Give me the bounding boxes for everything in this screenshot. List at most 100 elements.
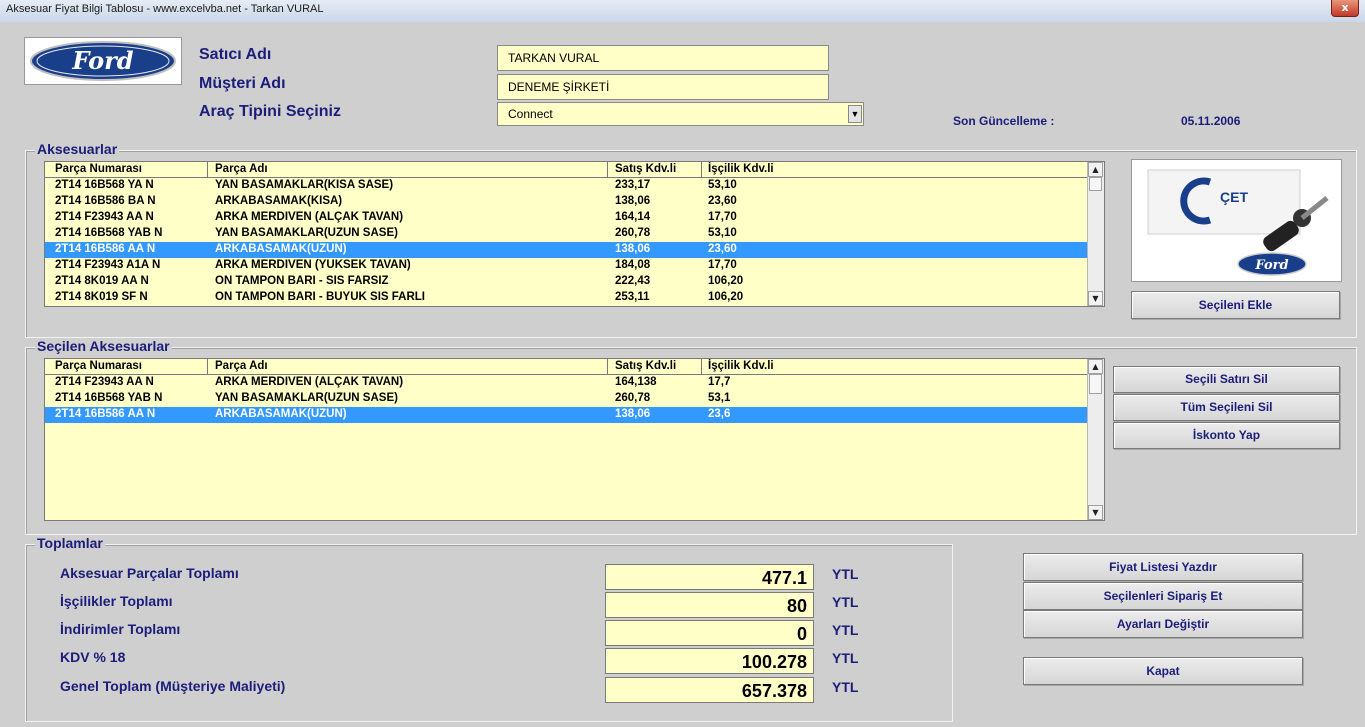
cell-parca-adi: ARKA MERDIVEN (ALÇAK TAVAN) <box>215 376 404 388</box>
col-iscilik: İşçilik Kdv.li <box>708 360 774 372</box>
cell-iscilik: 53,1 <box>708 392 731 404</box>
kdv-value: 100.278 <box>605 648 814 674</box>
musteri-field[interactable]: DENEME ŞİRKETİ <box>497 74 829 100</box>
iskonto-yap-button[interactable]: İskonto Yap <box>1113 422 1340 449</box>
unit-label: YTL <box>832 594 859 610</box>
list-row[interactable]: 2T14 F23943 AA N ARKA MERDIVEN (ALÇAK TAV… <box>45 210 1104 226</box>
list-row[interactable]: 2T14 16B586 BA N ARKABASAMAK(KISA) 138,06 2… <box>45 194 1104 210</box>
cell-satis: 184,08 <box>615 259 651 271</box>
tum-secileni-sil-button[interactable]: Tüm Seçileni Sil <box>1113 394 1340 421</box>
close-window-button[interactable]: x <box>1331 0 1359 17</box>
secili-satiri-sil-button[interactable]: Seçili Satırı Sil <box>1113 366 1340 393</box>
cell-parca-no: 2T14 F23943 AA N <box>55 376 154 388</box>
satici-label: Satıcı Adı <box>199 46 272 63</box>
arrow-up-icon[interactable]: ▲ <box>1088 162 1103 177</box>
cell-parca-no: 2T14 16B568 YAB N <box>55 227 163 239</box>
cell-satis: 138,06 <box>615 243 651 255</box>
cell-iscilik: 17,7 <box>708 376 731 388</box>
list-row[interactable]: 2T14 8K019 AA N ON TAMPON BARI - SIS FARS… <box>45 274 1104 290</box>
cell-parca-no: 2T14 F23943 AA N <box>55 211 154 223</box>
secilen-scrollbar[interactable]: ▲ ▼ <box>1087 359 1104 520</box>
aksesuarlar-title: Aksesuarlar <box>35 141 120 157</box>
col-parca-no: Parça Numarası <box>55 360 142 372</box>
col-parca-no: Parça Numarası <box>55 163 142 175</box>
cell-parca-no: 2T14 16B568 YAB N <box>55 392 163 404</box>
genel-toplam-label: Genel Toplam (Müşteriye Maliyeti) <box>60 678 286 694</box>
aksesuarlar-list-header: Parça Numarası Parça Adı Satış Kdv.li İş… <box>45 162 1104 178</box>
secilen-list-header: Parça Numarası Parça Adı Satış Kdv.li İş… <box>45 359 1104 375</box>
col-parca-adi: Parça Adı <box>215 163 268 175</box>
toplamlar-title: Toplamlar <box>35 535 105 551</box>
cell-satis: 164,14 <box>615 211 651 223</box>
aksesuar-toplam-label: Aksesuar Parçalar Toplamı <box>60 565 239 581</box>
cell-parca-no: 2T14 16B568 YA N <box>55 179 154 191</box>
list-row[interactable]: 2T14 16B568 YA N YAN BASAMAKLAR(KISA SASE… <box>45 178 1104 194</box>
list-row[interactable]: 2T14 F23943 A1A N ARKA MERDIVEN (YUKSEK T… <box>45 258 1104 274</box>
list-row[interactable]: 2T14 16B568 YAB N YAN BASAMAKLAR(UZUN SAS… <box>45 226 1104 242</box>
ayarlari-degistir-button[interactable]: Ayarları Değiştir <box>1023 610 1303 638</box>
unit-label: YTL <box>832 650 859 666</box>
arac-tipi-value: Connect <box>508 107 553 121</box>
secilen-title: Seçilen Aksesuarlar <box>35 338 172 354</box>
scroll-thumb[interactable] <box>1089 177 1102 191</box>
siparis-et-button[interactable]: Seçilenleri Sipariş Et <box>1023 582 1303 610</box>
list-row[interactable]: 2T14 16B568 YAB N YAN BASAMAKLAR(UZUN SAS… <box>45 391 1104 407</box>
cell-parca-adi: YAN BASAMAKLAR(UZUN SASE) <box>215 227 398 239</box>
arrow-up-icon[interactable]: ▲ <box>1088 359 1103 374</box>
cell-parca-adi: ARKABASAMAK(UZUN) <box>215 243 347 255</box>
col-parca-adi: Parça Adı <box>215 360 268 372</box>
list-row[interactable]: 2T14 16B586 AA N ARKABASAMAK(UZUN) 138,06 2… <box>45 407 1104 423</box>
cell-parca-no: 2T14 F23943 A1A N <box>55 259 161 271</box>
list-row[interactable]: 2T14 F23943 AA N ARKA MERDIVEN (ALÇAK TAV… <box>45 375 1104 391</box>
cell-satis: 164,138 <box>615 376 657 388</box>
scroll-thumb[interactable] <box>1089 374 1102 394</box>
list-row[interactable]: 2T14 16B586 AA N ARKABASAMAK(UZUN) 138,06 2… <box>45 242 1104 258</box>
cell-parca-no: 2T14 16B586 AA N <box>55 408 156 420</box>
cell-iscilik: 17,70 <box>708 211 737 223</box>
cell-parca-adi: ON TAMPON BARI - SIS FARSIZ <box>215 275 389 287</box>
cell-iscilik: 23,60 <box>708 243 737 255</box>
cell-iscilik: 23,6 <box>708 408 731 420</box>
cell-satis: 260,78 <box>615 392 651 404</box>
cell-parca-adi: YAN BASAMAKLAR(UZUN SASE) <box>215 392 398 404</box>
close-icon: x <box>1341 1 1349 14</box>
cell-satis: 253,11 <box>615 291 650 303</box>
cell-iscilik: 106,20 <box>708 291 744 303</box>
cell-iscilik: 53,10 <box>708 227 737 239</box>
iscilik-toplam-label: İşçilikler Toplamı <box>60 593 173 609</box>
kdv-label: KDV % 18 <box>60 649 126 665</box>
cell-parca-adi: ARKABASAMAK(UZUN) <box>215 408 347 420</box>
cell-parca-no: 2T14 16B586 AA N <box>55 243 156 255</box>
son-guncelleme-label: Son Güncelleme : <box>953 114 1055 128</box>
cell-parca-no: 2T14 8K019 SF N <box>55 291 148 303</box>
musteri-label: Müşteri Adı <box>199 75 286 92</box>
satici-field[interactable]: TARKAN VURAL <box>497 45 829 71</box>
secilen-list[interactable]: Parça Numarası Parça Adı Satış Kdv.li İş… <box>44 358 1105 521</box>
aksesuarlar-scrollbar[interactable]: ▲ ▼ <box>1087 162 1104 306</box>
arac-tipi-label: Araç Tipini Seçiniz <box>199 103 341 120</box>
chevron-down-icon[interactable]: ▼ <box>848 105 862 123</box>
indirim-toplam-label: İndirimler Toplamı <box>60 621 181 637</box>
cell-parca-adi: ARKA MERDIVEN (YUKSEK TAVAN) <box>215 259 411 271</box>
aksesuar-toplam-value: 477.1 <box>605 564 814 590</box>
list-row[interactable]: 2T14 8K019 SF N ON TAMPON BARI - BUYUK SI… <box>45 290 1104 306</box>
unit-label: YTL <box>832 622 859 638</box>
arrow-down-icon[interactable]: ▼ <box>1088 291 1103 306</box>
cet-text: ÇET <box>1220 189 1248 205</box>
col-satis: Satış Kdv.li <box>615 163 677 175</box>
kapat-button[interactable]: Kapat <box>1023 657 1303 685</box>
secileni-ekle-button[interactable]: Seçileni Ekle <box>1131 291 1340 319</box>
ford-small-logo-text: Ford <box>1254 258 1288 273</box>
window-title: Aksesuar Fiyat Bilgi Tablosu - www.excel… <box>6 3 324 15</box>
cell-iscilik: 106,20 <box>708 275 744 287</box>
cell-parca-adi: ARKABASAMAK(KISA) <box>215 195 343 207</box>
unit-label: YTL <box>832 566 859 582</box>
cell-parca-no: 2T14 8K019 AA N <box>55 275 149 287</box>
arrow-down-icon[interactable]: ▼ <box>1088 505 1103 520</box>
cell-parca-no: 2T14 16B586 BA N <box>55 195 156 207</box>
arac-tipi-select[interactable]: Connect ▼ <box>497 102 864 126</box>
fiyat-listesi-yazdir-button[interactable]: Fiyat Listesi Yazdır <box>1023 553 1303 581</box>
cell-satis: 138,06 <box>615 408 651 420</box>
aksesuarlar-list[interactable]: Parça Numarası Parça Adı Satış Kdv.li İş… <box>44 161 1105 307</box>
son-guncelleme-value: 05.11.2006 <box>1181 114 1241 128</box>
